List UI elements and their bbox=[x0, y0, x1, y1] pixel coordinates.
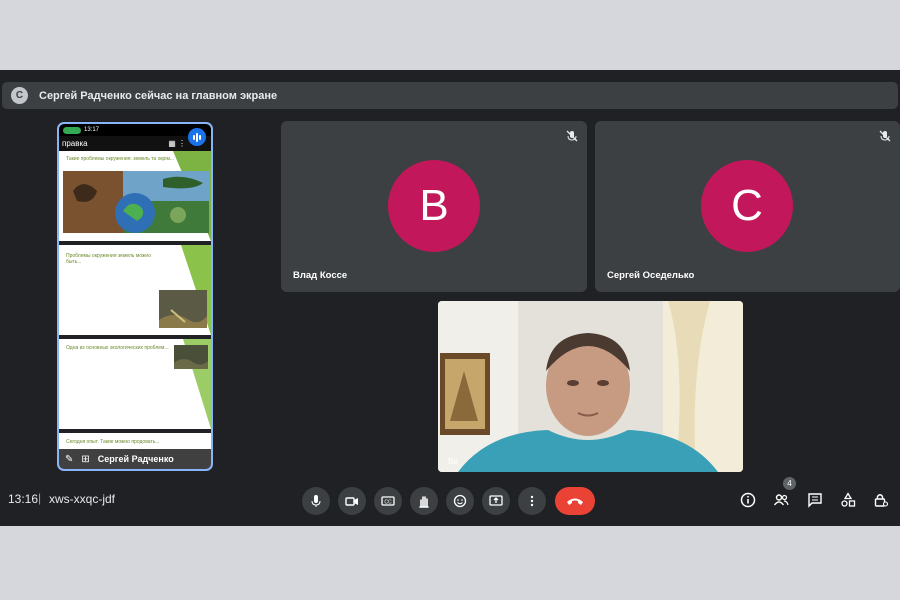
svg-text:CC: CC bbox=[384, 500, 392, 506]
self-camera-tile[interactable]: Ви bbox=[438, 301, 743, 472]
presenting-banner: С Сергей Радченко сейчас на главном экра… bbox=[2, 82, 898, 109]
mic-icon bbox=[311, 495, 321, 507]
camera-video-frame bbox=[438, 301, 743, 472]
present-button[interactable] bbox=[482, 487, 510, 515]
fullscreen-icon[interactable]: ⊞ bbox=[81, 454, 89, 465]
phone-menu-icon: ▦ ⋮ bbox=[168, 139, 186, 148]
people-icon bbox=[773, 494, 789, 506]
participant-tile-sergey-o[interactable]: С Сергей Оседелько bbox=[595, 121, 900, 292]
participant-name: Влад Коссе bbox=[293, 270, 348, 281]
participant-avatar: В bbox=[388, 160, 480, 252]
shared-screen-tile[interactable]: 13:17 правка ▦ ⋮ Такие проблемы окружени… bbox=[57, 122, 213, 471]
info-icon bbox=[740, 492, 756, 508]
meeting-details-button[interactable] bbox=[737, 489, 759, 511]
participant-name: Сергей Оседелько bbox=[607, 270, 695, 281]
captions-icon: CC bbox=[381, 496, 395, 506]
shared-screen-footer: ✎ ⊞ Сергей Радченко bbox=[59, 449, 211, 469]
phone-app-title: правка bbox=[62, 139, 88, 148]
activities-icon bbox=[841, 492, 856, 507]
participant-tile-vlad[interactable]: В Влад Коссе bbox=[281, 121, 587, 292]
mic-button[interactable] bbox=[302, 487, 330, 515]
meeting-code: xws-xxqc-jdf bbox=[49, 492, 116, 506]
present-icon bbox=[489, 495, 503, 506]
document-view: Такие проблемы окружения: земель та окрі… bbox=[59, 151, 211, 463]
slide-3-text: Одна из основных экологических проблем..… bbox=[66, 345, 169, 351]
raise-hand-button[interactable] bbox=[410, 487, 438, 515]
slide-2-photo bbox=[159, 290, 207, 328]
emoji-button[interactable] bbox=[446, 487, 474, 515]
activities-button[interactable] bbox=[837, 489, 859, 511]
camera-icon bbox=[345, 497, 358, 506]
meeting-clock: 13:16 bbox=[8, 492, 39, 506]
meet-window: С Сергей Радченко сейчас на главном экра… bbox=[0, 70, 900, 526]
banner-avatar: С bbox=[11, 87, 28, 104]
chat-button[interactable] bbox=[804, 489, 826, 511]
slide-3: Одна из основных экологических проблем..… bbox=[59, 339, 211, 429]
presenter-name: Сергей Радченко bbox=[97, 454, 174, 464]
slide-1: Такие проблемы окружения: земель та окрі… bbox=[59, 151, 211, 241]
participant-avatar: С bbox=[701, 160, 793, 252]
earth-illustration bbox=[63, 171, 209, 233]
slide-4-text: Сегодня опыт. Такие можно продовать... bbox=[66, 439, 160, 445]
people-button[interactable] bbox=[770, 489, 792, 511]
slide-2-text: Проблемы окружения земель можно быть... bbox=[66, 253, 151, 265]
slide-2: Проблемы окружения земель можно быть... bbox=[59, 245, 211, 335]
slide-1-text: Такие проблемы окружения: земель та окрі… bbox=[66, 156, 175, 162]
phone-status-time: 13:17 bbox=[84, 127, 100, 133]
host-controls-icon bbox=[874, 494, 889, 507]
end-call-button[interactable] bbox=[555, 487, 595, 515]
bottom-bar-separator: | bbox=[38, 491, 42, 505]
camera-button[interactable] bbox=[338, 487, 366, 515]
more-vert-icon bbox=[530, 495, 534, 507]
speaking-indicator-icon bbox=[188, 128, 206, 146]
mic-off-icon bbox=[879, 130, 891, 142]
more-options-button[interactable] bbox=[518, 487, 546, 515]
pin-icon[interactable]: ✎ bbox=[65, 454, 73, 465]
slide-3-photo bbox=[174, 345, 208, 369]
host-controls-button[interactable] bbox=[870, 489, 892, 511]
captions-button[interactable]: CC bbox=[374, 487, 402, 515]
banner-text: Сергей Радченко сейчас на главном экране bbox=[39, 89, 278, 102]
emoji-icon bbox=[453, 494, 467, 508]
raise-hand-icon bbox=[419, 496, 429, 508]
chat-icon bbox=[808, 493, 822, 508]
mic-off-icon bbox=[566, 130, 578, 142]
call-pill bbox=[63, 126, 81, 134]
end-call-icon bbox=[567, 498, 583, 505]
self-camera-label: Ви bbox=[448, 457, 458, 466]
